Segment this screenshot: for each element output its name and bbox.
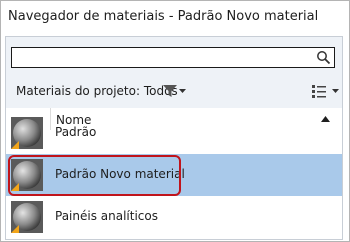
filter-bar: Materiais do projeto: Todos [6, 78, 342, 106]
chevron-down-icon[interactable] [179, 89, 186, 93]
list-item[interactable]: Painéis analíticos [6, 196, 342, 238]
selection-highlight-frame [8, 155, 181, 196]
list-item-label: Painéis analíticos [55, 209, 158, 223]
material-sphere-icon [11, 201, 43, 233]
search-icon[interactable] [316, 50, 331, 65]
title-bar[interactable]: Navegador de materiais - Padrão Novo mat… [1, 1, 349, 35]
material-sphere-icon [11, 117, 43, 149]
list-item[interactable]: Padrão [6, 112, 342, 154]
list-view-icon[interactable] [311, 83, 327, 99]
filter-label[interactable]: Materiais do projeto: Todos [16, 84, 178, 98]
filter-funnel-icon[interactable] [163, 85, 177, 98]
search-box[interactable] [11, 47, 335, 68]
search-input[interactable] [12, 48, 318, 67]
window-title: Navegador de materiais - Padrão Novo mat… [8, 9, 319, 24]
list-item-label: Padrão [55, 125, 97, 139]
chevron-down-icon[interactable] [332, 89, 339, 93]
